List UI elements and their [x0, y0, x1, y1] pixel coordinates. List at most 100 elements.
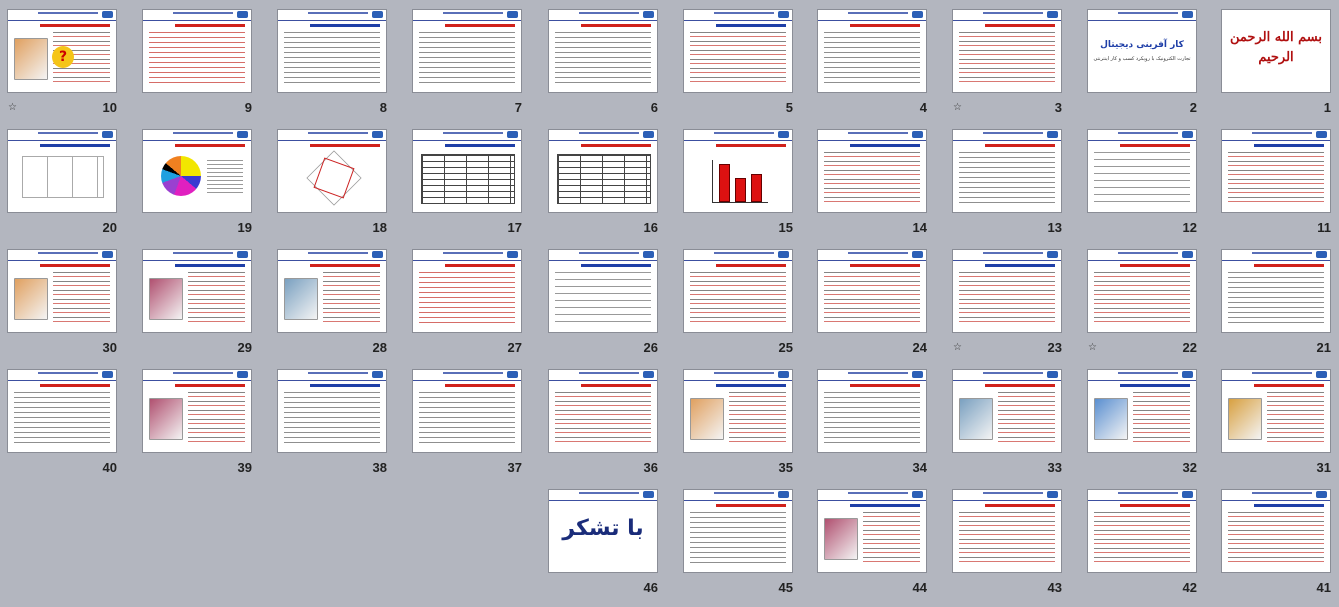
slide-thumbnail[interactable] — [277, 9, 387, 93]
slide-thumbnail[interactable] — [277, 249, 387, 333]
slide-thumbnail[interactable] — [683, 369, 793, 453]
slide-thumbnail[interactable] — [1221, 249, 1331, 333]
slide-title — [716, 504, 786, 507]
logo-icon — [912, 11, 923, 18]
slide-thumbnail[interactable] — [952, 129, 1062, 213]
slide-thumbnail[interactable] — [142, 9, 252, 93]
logo-icon — [507, 251, 518, 258]
logo-icon — [912, 251, 923, 258]
slide-title — [1120, 384, 1190, 387]
logo-icon — [1182, 11, 1193, 18]
slide-thumbnail[interactable] — [817, 489, 927, 573]
slide-body-text — [419, 272, 515, 326]
slide-thumbnail[interactable] — [817, 249, 927, 333]
slide-thumbnail[interactable] — [683, 9, 793, 93]
slide-thumbnail[interactable] — [683, 129, 793, 213]
slide-thumbnail[interactable] — [7, 249, 117, 333]
slide-thumbnail[interactable]: با تشکر — [548, 489, 658, 573]
slide-body-text — [1133, 392, 1190, 446]
slide-header-text — [308, 372, 368, 374]
slide-title — [310, 264, 380, 267]
slide-thumbnail[interactable]: کار آفرینی دیجیتال تجارت الکترونیک با روی… — [1087, 9, 1197, 93]
slide-thumbnail[interactable] — [412, 369, 522, 453]
slide-title — [40, 384, 110, 387]
slide-header-bar — [413, 130, 521, 141]
slide-picture — [824, 518, 858, 560]
slide-body-text — [284, 32, 380, 86]
slide-thumbnail[interactable] — [817, 129, 927, 213]
slide-header-bar — [684, 250, 792, 261]
slide-thumbnail[interactable] — [1087, 129, 1197, 213]
slide-title — [445, 144, 515, 147]
slide-title — [445, 24, 515, 27]
slide-body-text — [959, 32, 1055, 86]
slide-header-text — [173, 132, 233, 134]
slide-thumbnail[interactable] — [142, 129, 252, 213]
slide-thumbnail[interactable] — [1087, 369, 1197, 453]
slide-thumbnail[interactable] — [412, 129, 522, 213]
slide-thumbnail[interactable] — [952, 489, 1062, 573]
logo-icon — [1316, 371, 1327, 378]
slide-thumbnail[interactable] — [7, 129, 117, 213]
slide-picture — [959, 398, 993, 440]
slide-header-text — [308, 252, 368, 254]
slide-header-text — [443, 12, 503, 14]
slide-thumbnail[interactable] — [952, 9, 1062, 93]
slide-body-text — [824, 152, 920, 206]
slide-thumbnail[interactable] — [142, 369, 252, 453]
slide-thumbnail[interactable] — [1221, 369, 1331, 453]
logo-icon — [1182, 491, 1193, 498]
slide-thumbnail[interactable] — [277, 369, 387, 453]
slide-body-text — [419, 392, 515, 446]
slide-header-text — [308, 12, 368, 14]
slide-thumbnail[interactable]: بسم الله الرحمن الرحیم — [1221, 9, 1331, 93]
slide-header-bar — [549, 130, 657, 141]
slide-thumbnail[interactable] — [1087, 249, 1197, 333]
slide-thumbnail[interactable] — [952, 249, 1062, 333]
slide-body-text — [998, 392, 1055, 446]
slide-body-text — [863, 512, 920, 566]
slide-header-bar — [1222, 250, 1330, 261]
slide-thumbnail[interactable] — [7, 369, 117, 453]
slide-header-text — [1252, 132, 1312, 134]
slide-thumbnail[interactable] — [683, 249, 793, 333]
slide-header-bar — [143, 10, 251, 21]
slide-header-bar — [818, 490, 926, 501]
slide-thumbnail[interactable] — [1221, 129, 1331, 213]
logo-icon — [1047, 11, 1058, 18]
slide-thumbnail[interactable] — [548, 249, 658, 333]
slide-thumbnail[interactable] — [277, 129, 387, 213]
slide-thumbnail[interactable]: ? — [7, 9, 117, 93]
slide-header-bar — [953, 370, 1061, 381]
slide-thumbnail[interactable] — [548, 129, 658, 213]
slide-title — [850, 144, 920, 147]
slide-thumbnail[interactable] — [952, 369, 1062, 453]
logo-icon — [1316, 251, 1327, 258]
slide-number: 18 — [372, 220, 387, 235]
slide-header-text — [579, 132, 639, 134]
slide-thumbnail[interactable] — [1221, 489, 1331, 573]
slide-header-bar — [1088, 10, 1196, 21]
slide-thumbnail[interactable] — [817, 369, 927, 453]
logo-icon — [778, 11, 789, 18]
slide-header-bar — [1222, 490, 1330, 501]
slide-header-text — [38, 252, 98, 254]
slide-thumbnail[interactable] — [142, 249, 252, 333]
slide-thumbnail[interactable] — [683, 489, 793, 573]
slide-header-text — [173, 372, 233, 374]
slide-header-text — [1118, 132, 1178, 134]
slide-thumbnail[interactable] — [548, 9, 658, 93]
slide-title — [1254, 384, 1324, 387]
slide-header-text — [714, 132, 774, 134]
slide-thumbnail[interactable] — [1087, 489, 1197, 573]
slide-thumbnail[interactable] — [412, 249, 522, 333]
slide-thumbnail[interactable] — [548, 369, 658, 453]
slide-title — [716, 264, 786, 267]
slide-body-text — [555, 272, 651, 326]
logo-icon — [102, 131, 113, 138]
slide-title — [1254, 504, 1324, 507]
slide-thumbnail[interactable] — [817, 9, 927, 93]
slide-thumbnail[interactable] — [412, 9, 522, 93]
slide-title — [850, 384, 920, 387]
logo-icon — [778, 131, 789, 138]
